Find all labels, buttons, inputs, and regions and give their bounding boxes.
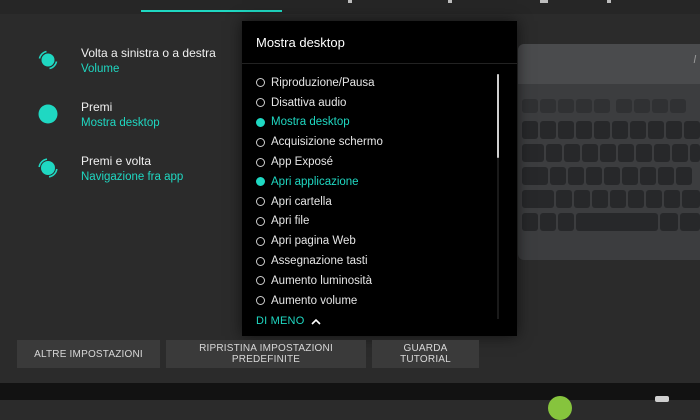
- action-rotate[interactable]: Volta a sinistra o a destra Volume: [30, 46, 235, 92]
- option-label: Apri applicazione: [271, 175, 359, 188]
- action-title: Premi: [81, 100, 113, 114]
- action-title: Volta a sinistra o a destra: [81, 46, 216, 60]
- tutorial-button[interactable]: GUARDA TUTORIAL: [372, 340, 479, 368]
- scrollbar[interactable]: [497, 74, 499, 319]
- option-label: Mostra desktop: [271, 116, 350, 129]
- divider: [242, 63, 517, 64]
- option-item[interactable]: App Exposé: [256, 152, 496, 172]
- show-less-label: DI MENO: [256, 315, 305, 327]
- footer-icon[interactable]: [655, 396, 669, 402]
- option-item[interactable]: Apri applicazione: [256, 172, 496, 192]
- radio-icon: [256, 197, 265, 207]
- more-settings-button[interactable]: ALTRE IMPOSTAZIONI: [17, 340, 160, 368]
- logo-mark: l: [693, 54, 696, 66]
- option-label: Aumento luminosità: [271, 274, 372, 287]
- option-item[interactable]: Apri pagina Web: [256, 231, 496, 251]
- option-list: Riproduzione/Pausa Disattiva audio Mostra …: [256, 73, 496, 311]
- option-item[interactable]: Acquisizione schermo: [256, 132, 496, 152]
- tab-fragment[interactable]: [448, 0, 452, 3]
- dropdown-title: Mostra desktop: [256, 35, 345, 50]
- action-press-rotate[interactable]: Premi e volta Navigazione fra app: [30, 154, 235, 200]
- option-item[interactable]: Assegnazione tasti: [256, 251, 496, 271]
- option-label: Apri pagina Web: [271, 235, 356, 248]
- option-item[interactable]: Apri file: [256, 212, 496, 232]
- radio-icon: [256, 236, 265, 246]
- footer-bar: [0, 383, 700, 400]
- show-less-button[interactable]: DI MENO: [256, 315, 322, 327]
- radio-icon: [256, 296, 265, 306]
- action-value: Navigazione fra app: [81, 171, 184, 183]
- option-item[interactable]: Disattiva audio: [256, 93, 496, 113]
- radio-icon: [256, 137, 265, 147]
- option-label: App Exposé: [271, 156, 334, 169]
- dial-press-icon: [38, 104, 58, 124]
- option-label: Aumento volume: [271, 294, 358, 307]
- tab-fragment[interactable]: [540, 0, 548, 3]
- option-item[interactable]: Aumento luminosità: [256, 271, 496, 291]
- option-label: Apri file: [271, 215, 310, 228]
- radio-icon: [256, 78, 265, 88]
- tab-fragment[interactable]: [607, 0, 611, 3]
- keyboard-illustration: l: [518, 44, 700, 260]
- action-value: Mostra desktop: [81, 117, 160, 129]
- option-label: Assegnazione tasti: [271, 255, 368, 268]
- chevron-up-icon: [311, 318, 322, 325]
- radio-icon: [256, 98, 265, 108]
- radio-icon: [256, 117, 265, 127]
- option-item[interactable]: Aumento volume: [256, 291, 496, 311]
- option-label: Riproduzione/Pausa: [271, 76, 375, 89]
- option-label: Disattiva audio: [271, 96, 347, 109]
- option-label: Apri cartella: [271, 195, 332, 208]
- action-press[interactable]: Premi Mostra desktop: [30, 100, 235, 146]
- radio-icon: [256, 157, 265, 167]
- radio-icon: [256, 276, 265, 286]
- radio-icon: [256, 177, 265, 187]
- dial-press-rotate-icon: [38, 158, 58, 178]
- option-item[interactable]: Riproduzione/Pausa: [256, 73, 496, 93]
- option-label: Acquisizione schermo: [271, 136, 383, 149]
- action-dropdown: Mostra desktop Riproduzione/Pausa Disatti…: [242, 21, 517, 336]
- scrollbar-thumb[interactable]: [497, 74, 499, 158]
- radio-icon: [256, 216, 265, 226]
- action-value: Volume: [81, 63, 120, 75]
- action-title: Premi e volta: [81, 154, 152, 168]
- active-tab-indicator: [141, 10, 282, 12]
- option-item[interactable]: Mostra desktop: [256, 113, 496, 133]
- restore-defaults-button[interactable]: RIPRISTINA IMPOSTAZIONI PREDEFINITE: [166, 340, 366, 368]
- top-tab-bar: [0, 0, 700, 14]
- option-item[interactable]: Apri cartella: [256, 192, 496, 212]
- tab-fragment[interactable]: [348, 0, 352, 3]
- radio-icon: [256, 256, 265, 266]
- dial-rotate-icon: [38, 50, 58, 70]
- keyboard-top-panel: l: [518, 44, 700, 84]
